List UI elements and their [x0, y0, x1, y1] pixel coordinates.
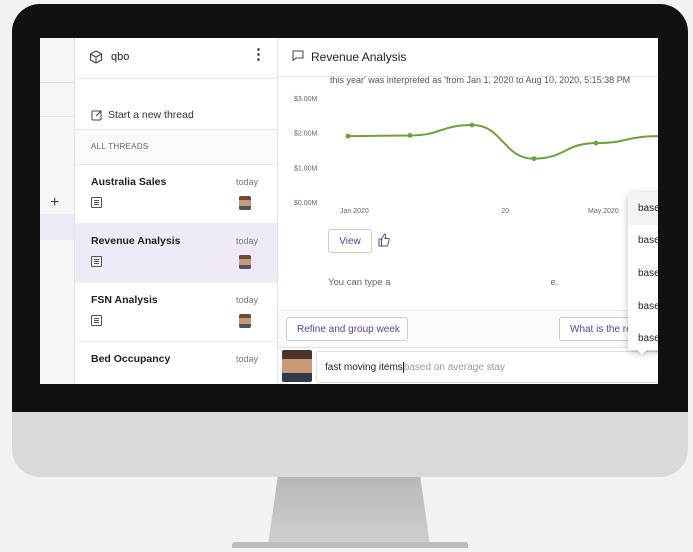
- suggestion-bar: Refine and group week What is the revenu…: [278, 310, 658, 347]
- thread-name: Australia Sales: [91, 176, 167, 188]
- document-icon: [91, 256, 102, 267]
- thread-item[interactable]: Australia Sales today: [75, 165, 277, 224]
- hint-text: You can type a e.: [328, 277, 558, 288]
- query-text: fast moving itemsbased on average stay: [325, 362, 505, 373]
- autocomplete-option[interactable]: based on average stay till: [628, 257, 658, 290]
- thread-name: FSN Analysis: [91, 294, 158, 306]
- threads-section-header: ALL THREADS: [75, 130, 277, 165]
- avatar: [239, 196, 251, 210]
- conversation-panel: Revenue Analysis this year' was interpre…: [278, 38, 658, 384]
- data-point[interactable]: [593, 140, 599, 146]
- thread-time: today: [236, 177, 259, 187]
- thread-time: today: [236, 354, 259, 364]
- data-point[interactable]: [531, 156, 537, 162]
- thread-item[interactable]: FSN Analysis today: [75, 283, 277, 342]
- autocomplete-option[interactable]: based on average stay till today: [628, 290, 658, 323]
- monitor-stand: [268, 477, 430, 545]
- autocomplete-option[interactable]: based on average stay: [628, 192, 658, 225]
- data-point[interactable]: [345, 133, 351, 139]
- y-tick-label: $1.00M: [294, 165, 318, 172]
- thread-time: today: [236, 295, 259, 305]
- query-input-row: fast moving itemsbased on average stay: [278, 347, 658, 384]
- left-rail: +: [40, 38, 75, 384]
- conversation-header: Revenue Analysis: [278, 38, 658, 77]
- x-tick-label: May 2020: [588, 208, 619, 215]
- thread-item-active[interactable]: Revenue Analysis today: [75, 224, 277, 283]
- avatar: [239, 314, 251, 328]
- hint-text-right: e.: [550, 277, 559, 288]
- revenue-series-line: [347, 124, 658, 160]
- chat-bubble-icon: [292, 50, 304, 61]
- thumbs-up-icon[interactable]: [378, 233, 390, 247]
- new-thread-button[interactable]: Start a new thread: [75, 79, 277, 130]
- workspace-header: qbo ⋮: [75, 38, 277, 79]
- autocomplete-dropdown: based on average stay based on average s…: [628, 192, 658, 350]
- monitor-chin: [12, 412, 688, 477]
- dropdown-pointer: [636, 349, 648, 355]
- ghost-completion: based on average stay: [403, 362, 505, 374]
- new-thread-label: Start a new thread: [108, 109, 194, 121]
- data-point[interactable]: [407, 133, 413, 138]
- interpretation-text: this year' was interpreted as 'from Jan …: [330, 75, 631, 85]
- thread-item[interactable]: Bed Occupancy today: [75, 342, 277, 384]
- edit-icon: [91, 110, 102, 121]
- rail-divider: [40, 82, 74, 83]
- conversation-title: Revenue Analysis: [311, 50, 407, 64]
- monitor-stand-base: [232, 542, 468, 548]
- data-point[interactable]: [469, 122, 475, 128]
- y-tick-label: $3.00M: [294, 96, 318, 103]
- cube-icon: [89, 50, 103, 64]
- add-icon[interactable]: +: [50, 194, 59, 212]
- document-icon: [91, 197, 102, 208]
- autocomplete-option[interactable]: based on average stay in the last: [628, 225, 658, 258]
- hint-text-left: You can type a: [328, 277, 391, 288]
- threads-section-label: ALL THREADS: [91, 142, 149, 151]
- x-tick-label: 20: [501, 208, 509, 215]
- thread-name: Bed Occupancy: [91, 353, 171, 365]
- query-input[interactable]: fast moving itemsbased on average stay: [316, 351, 658, 383]
- app-screen: + qbo ⋮ Start a new thread ALL THREADS A…: [40, 38, 658, 384]
- threads-panel: qbo ⋮ Start a new thread ALL THREADS Aus…: [75, 38, 278, 384]
- thread-time: today: [236, 236, 259, 246]
- y-tick-label: $0.00M: [294, 200, 318, 207]
- y-tick-label: $2.00M: [294, 131, 318, 138]
- typed-text: fast moving items: [325, 362, 403, 374]
- document-icon: [91, 315, 102, 326]
- more-vert-icon[interactable]: ⋮: [251, 47, 266, 62]
- view-button[interactable]: View: [328, 229, 372, 253]
- workspace-name: qbo: [111, 51, 130, 63]
- avatar: [239, 255, 251, 269]
- rail-divider: [40, 116, 74, 117]
- rail-active-item[interactable]: [40, 214, 74, 240]
- user-avatar: [282, 350, 312, 382]
- thread-name: Revenue Analysis: [91, 235, 181, 247]
- revenue-line-chart: $0.00M $1.00M $2.00M $3.00M Jan 2020 20 May 20…: [294, 96, 658, 215]
- x-tick-label: Jan 2020: [340, 208, 369, 215]
- suggestion-chip[interactable]: Refine and group week: [286, 317, 408, 341]
